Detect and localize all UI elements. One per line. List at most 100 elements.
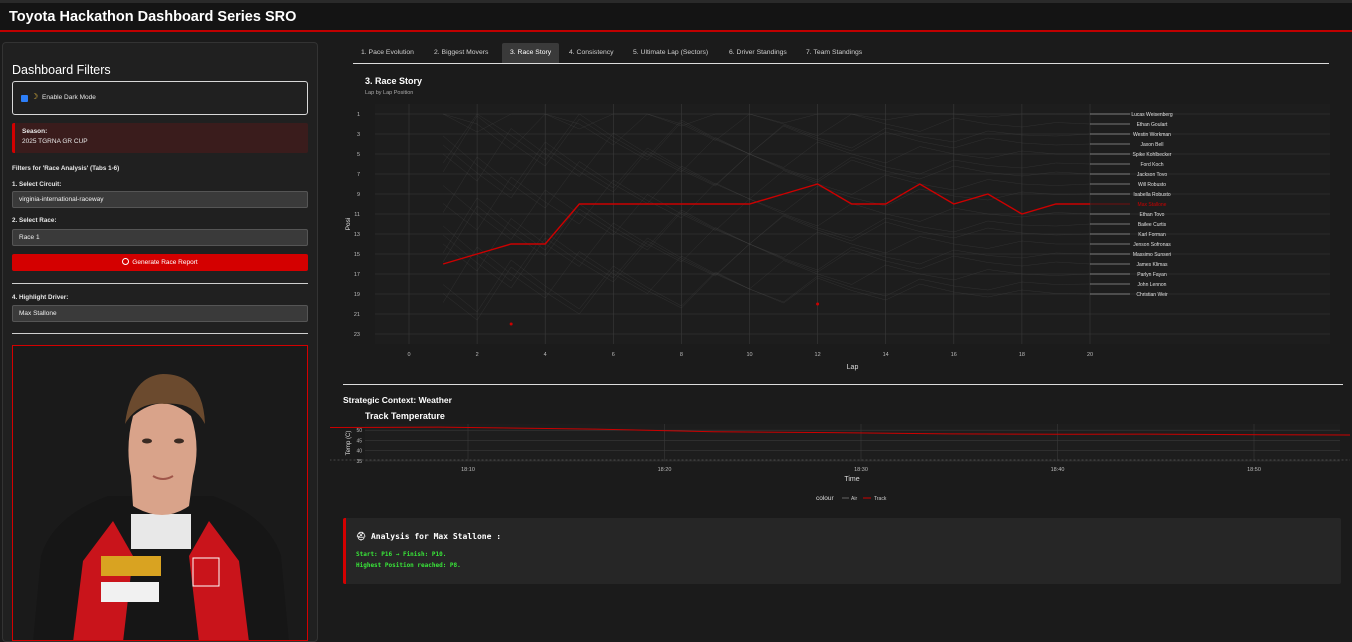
tab-consistency[interactable]: 4. Consistency (561, 43, 622, 63)
y-tick-label: 13 (354, 232, 360, 238)
driver-end-label: Ethan Tovo (1140, 212, 1165, 218)
y-tick-label: 45 (356, 438, 362, 444)
y-tick-label: 7 (357, 172, 360, 178)
y-axis-label: Temp (C) (346, 431, 352, 456)
race-label: 2. Select Race: (12, 217, 57, 224)
x-tick-label: 10 (746, 352, 752, 358)
y-tick-label: 40 (356, 449, 362, 455)
main-content: 1. Pace Evolution 2. Biggest Movers 3. R… (330, 36, 1350, 633)
driver-end-label: James Klimas (1136, 262, 1168, 268)
x-tick-label: 4 (544, 352, 547, 358)
top-bar: Toyota Hackathon Dashboard Series SRO (0, 0, 1352, 32)
y-tick-label: 17 (354, 272, 360, 278)
analysis-heading-text: Analysis for Max Stallone : (370, 532, 502, 541)
y-axis-label: Posi (345, 218, 352, 231)
y-tick-label: 23 (354, 332, 360, 338)
x-tick-label: 12 (815, 352, 821, 358)
driver-end-label: Massimo Sunseri (1133, 252, 1171, 258)
driver-end-label: Karl Forman (1138, 232, 1166, 238)
race-story-chart: 13579111315171921230 2 4 6 8 10 12 14 16 18 20LapP… (345, 104, 1330, 371)
highlight-driver-select[interactable]: Max Stallone (12, 305, 308, 322)
dark-mode-checkbox[interactable] (21, 95, 28, 102)
driver-end-label: Bailee Curtis (1138, 222, 1167, 228)
y-tick-label: 15 (354, 252, 360, 258)
position-marker (816, 302, 820, 306)
tab-driver-standings[interactable]: 6. Driver Standings (721, 43, 795, 63)
tab-pace-evolution[interactable]: 1. Pace Evolution (353, 43, 422, 63)
x-tick-label: 18:30 (854, 467, 868, 473)
driver-end-label: Ethan Goulart (1137, 122, 1168, 128)
tab-ultimate-lap[interactable]: 5. Ultimate Lap (Sectors) (625, 43, 716, 63)
y-tick-label: 9 (357, 192, 360, 198)
generate-report-label: Generate Race Report (132, 259, 198, 266)
circuit-label: 1. Select Circuit: (12, 181, 62, 188)
sidebar-divider (12, 283, 308, 284)
weather-section-title: Strategic Context: Weather (343, 395, 452, 405)
driver-end-label: John Lennon (1138, 282, 1167, 288)
circuit-select[interactable]: virginia-international-raceway (12, 191, 308, 208)
y-tick-label: 1 (357, 112, 360, 118)
analysis-highest-position: Highest Position reached: P8. (356, 562, 461, 569)
race-story-title: 3. Race Story (365, 76, 423, 86)
sidebar-divider (12, 333, 308, 334)
analysis-box: ⛑ Analysis for Max Stallone : Start: P16… (343, 518, 1341, 584)
x-tick-label: 20 (1087, 352, 1093, 358)
driver-end-label: Christian Weir (1136, 292, 1168, 298)
generate-report-button[interactable]: Generate Race Report (12, 254, 308, 271)
highlight-label: 4. Highlight Driver: (12, 294, 69, 301)
y-tick-label: 50 (356, 428, 362, 434)
driver-portrait (13, 346, 307, 640)
driver-end-label: Spike Kohlbecker (1133, 152, 1172, 158)
legend-title: colour (816, 495, 835, 502)
sidebar-title: Dashboard Filters (12, 63, 111, 77)
driver-end-label: Max Stallone (1138, 202, 1167, 208)
tab-race-story[interactable]: 3. Race Story (502, 43, 560, 63)
y-tick-label: 19 (354, 292, 360, 298)
season-label: Season: (22, 128, 48, 135)
driver-end-label: Lucas Weisenberg (1131, 112, 1173, 118)
x-tick-label: 6 (612, 352, 615, 358)
x-tick-label: 18:50 (1247, 467, 1261, 473)
y-tick-label: 3 (357, 132, 360, 138)
driver-end-label: Jaxon Bell (1140, 142, 1163, 148)
x-tick-label: 8 (680, 352, 683, 358)
weather-chart: 3540455018:10 18:20 18:30 18:40 18:50TimeTem… (330, 424, 1350, 502)
play-circle-icon (122, 258, 130, 265)
x-tick-label: 18:10 (461, 467, 475, 473)
legend-label: Track (874, 496, 887, 502)
driver-end-label: Jackson Tovo (1137, 172, 1167, 178)
tab-biggest-movers[interactable]: 2. Biggest Movers (426, 43, 496, 63)
plot-background (365, 424, 1340, 461)
y-tick-label: 5 (357, 152, 360, 158)
app-title: Toyota Hackathon Dashboard Series SRO (9, 9, 297, 25)
x-tick-label: 18 (1019, 352, 1025, 358)
driver-end-label: Isabella Robusto (1133, 192, 1170, 198)
x-tick-label: 16 (951, 352, 957, 358)
section-divider (343, 384, 1343, 385)
y-tick-label: 21 (354, 312, 360, 318)
moon-icon: ☽ (31, 92, 39, 101)
x-tick-label: 0 (407, 352, 410, 358)
dark-mode-label[interactable]: Enable Dark Mode (42, 94, 96, 101)
season-value: 2025 TGRNA GR CUP (22, 138, 88, 145)
driver-end-label: Jenson Sofronas (1133, 242, 1171, 248)
tab-underline (353, 63, 1329, 64)
position-marker (509, 322, 513, 326)
x-tick-label: 14 (883, 352, 889, 358)
driver-photo (12, 345, 308, 641)
x-axis-label: Time (844, 476, 859, 483)
x-tick-label: 18:40 (1051, 467, 1065, 473)
y-tick-label: 11 (354, 212, 360, 218)
dark-mode-box: ☽ Enable Dark Mode (12, 81, 308, 115)
tab-team-standings[interactable]: 7. Team Standings (798, 43, 870, 63)
sidebar: Dashboard Filters ☽ Enable Dark Mode Sea… (2, 42, 318, 642)
legend-label: Air (851, 496, 857, 502)
analysis-start-finish: Start: P16 → Finish: P10. (356, 551, 447, 558)
weather-chart-title: Track Temperature (365, 411, 445, 421)
x-axis-label: Lap (847, 364, 859, 371)
driver-end-label: Westin Workman (1133, 132, 1171, 138)
driver-end-label: Will Robusto (1138, 182, 1166, 188)
race-select[interactable]: Race 1 (12, 229, 308, 246)
x-tick-label: 2 (476, 352, 479, 358)
x-tick-label: 18:20 (658, 467, 672, 473)
